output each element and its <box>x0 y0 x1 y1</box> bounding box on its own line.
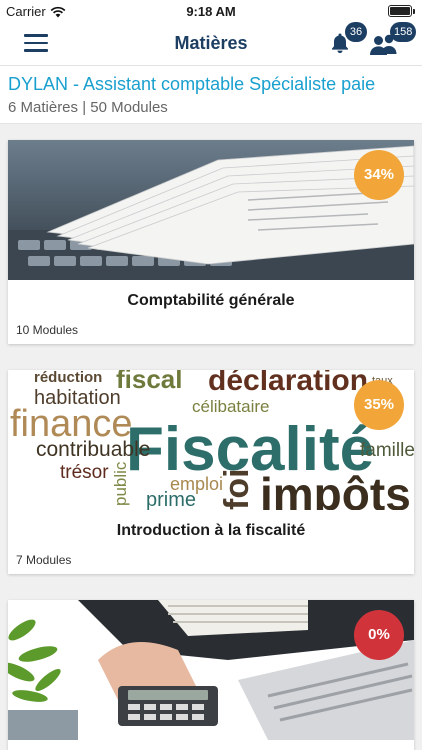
course-image-calculator <box>8 600 414 740</box>
word-cloud-text: célibataire <box>192 397 270 416</box>
users-count-badge: 158 <box>390 22 417 42</box>
course-modules-count: 7 Modules <box>16 553 72 567</box>
word-cloud-text: contribuable <box>36 438 150 461</box>
course-card[interactable]: 34% Comptabilité générale 10 Modules <box>8 140 414 344</box>
training-title: DYLAN - Assistant comptable Spécialiste … <box>8 74 376 94</box>
course-image-accounting <box>8 140 414 280</box>
battery-icon <box>388 5 415 17</box>
course-modules-count: 10 Modules <box>16 323 79 337</box>
training-summary: 6 Matières | 50 Modules <box>8 99 168 116</box>
word-cloud-text: public <box>111 461 130 506</box>
word-cloud-text: prime <box>146 489 196 510</box>
progress-badge: 0% <box>354 610 404 660</box>
course-title: Comptabilité générale <box>127 292 295 309</box>
word-cloud-text: foi <box>218 468 256 510</box>
course-title: Introduction à la fiscalité <box>116 522 306 539</box>
word-cloud-text: fiscal <box>116 370 183 394</box>
word-cloud-text: trésor <box>60 462 109 483</box>
status-bar: Carrier 9:18 AM <box>0 0 422 22</box>
word-cloud-text: déclaration <box>208 370 368 397</box>
status-time: 9:18 AM <box>186 4 236 19</box>
word-cloud-text: réduction <box>34 370 102 386</box>
progress-badge: 34% <box>354 150 404 200</box>
notification-count-badge: 36 <box>345 22 367 42</box>
training-header: DYLAN - Assistant comptable Spécialiste … <box>0 66 422 124</box>
progress-badge: 35% <box>354 380 404 430</box>
word-cloud-text: impôts <box>260 468 411 510</box>
word-cloud-text: famille <box>360 440 414 461</box>
course-card[interactable]: réduction habitation fiscal déclaration … <box>8 370 414 574</box>
course-image-taxation: réduction habitation fiscal déclaration … <box>8 370 414 510</box>
nav-bar: Matières 36 158 <box>0 22 422 66</box>
course-card[interactable]: 0% <box>8 600 414 750</box>
